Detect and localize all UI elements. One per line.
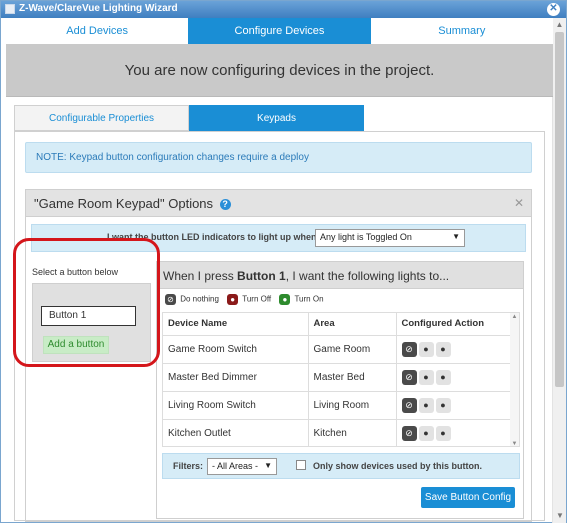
tab-add-devices[interactable]: Add Devices	[6, 18, 189, 44]
title-bar: Z-Wave/ClareVue Lighting Wizard ✕	[1, 1, 566, 18]
scroll-up-icon[interactable]: ▲	[510, 313, 519, 321]
add-button[interactable]: Add a button	[43, 336, 109, 354]
do-nothing-icon[interactable]: ⊘	[401, 425, 417, 441]
turn-on-bulb-icon[interactable]: ●	[435, 397, 451, 413]
turn-off-bulb-icon[interactable]: ●	[418, 369, 434, 385]
led-trigger-value: Any light is Toggled On	[320, 232, 412, 242]
turn-on-bulb-icon[interactable]: ●	[435, 341, 451, 357]
devices-table: Device Name Area Configured Action Game …	[163, 313, 512, 446]
wizard-tabs: Add Devices Configure Devices Summary	[6, 18, 553, 44]
filters-label: Filters:	[173, 461, 204, 471]
table-row: Kitchen Outlet Kitchen ⊘ ● ●	[163, 419, 512, 446]
deploy-note: NOTE: Keypad button configuration change…	[25, 142, 532, 173]
device-area: Kitchen	[308, 419, 397, 446]
window-scrollbar[interactable]: ▲ ▼	[552, 18, 566, 523]
action-legend: ⊘ Do nothing ● Turn Off ● Turn On	[157, 289, 523, 311]
bulb-icon: ●	[227, 294, 239, 305]
wizard-window: Z-Wave/ClareVue Lighting Wizard ✕ ▲ ▼ Ad…	[0, 0, 567, 523]
action-buttons: ⊘ ● ●	[396, 335, 512, 364]
legend-turn-on: ● Turn On	[279, 294, 324, 305]
turn-off-bulb-icon[interactable]: ●	[418, 341, 434, 357]
header-prefix: When I press	[163, 269, 234, 283]
button-list: Button 1 Add a button	[32, 283, 151, 362]
device-name: Living Room Switch	[163, 391, 309, 420]
device-name: Kitchen Outlet	[163, 419, 309, 446]
app-icon	[5, 4, 15, 14]
only-used-label: Only show devices used by this button.	[313, 461, 483, 471]
do-nothing-icon[interactable]: ⊘	[401, 369, 417, 385]
button-config-pane: When I press Button 1, I want the follow…	[156, 261, 524, 519]
chevron-down-icon: ▼	[264, 461, 272, 470]
window-title: Z-Wave/ClareVue Lighting Wizard	[19, 3, 178, 14]
options-title: "Game Room Keypad" Options	[34, 196, 214, 211]
device-name: Master Bed Dimmer	[163, 363, 309, 392]
help-icon[interactable]: ?	[219, 199, 231, 210]
column-area: Area	[308, 313, 397, 336]
column-configured-action: Configured Action	[396, 313, 512, 336]
scroll-down-icon[interactable]: ▼	[553, 509, 567, 523]
table-row: Master Bed Dimmer Master Bed ⊘ ● ●	[163, 363, 512, 392]
legend-do-nothing: ⊘ Do nothing	[165, 294, 219, 305]
table-scrollbar[interactable]: ▲ ▼	[510, 313, 519, 446]
status-banner: You are now configuring devices in the p…	[6, 44, 553, 97]
save-button-config-button[interactable]: Save Button Config	[421, 487, 515, 508]
legend-turn-off: ● Turn Off	[227, 294, 271, 305]
chevron-down-icon: ▼	[452, 232, 460, 241]
button-selector: Select a button below Button 1 Add a but…	[31, 260, 152, 371]
do-nothing-icon[interactable]: ⊘	[401, 397, 417, 413]
led-label: I want the button LED indicators to ligh…	[107, 232, 324, 242]
turn-off-bulb-icon[interactable]: ●	[418, 397, 434, 413]
turn-on-bulb-icon[interactable]: ●	[435, 425, 451, 441]
prohibited-icon: ⊘	[165, 294, 176, 305]
bulb-icon: ●	[279, 294, 291, 305]
table-row: Living Room Switch Living Room ⊘ ● ●	[163, 391, 512, 420]
area-filter-value: - All Areas -	[212, 461, 259, 471]
turn-off-bulb-icon[interactable]: ●	[418, 425, 434, 441]
device-area: Master Bed	[308, 363, 397, 392]
action-buttons: ⊘ ● ●	[396, 391, 512, 420]
led-settings-row: I want the button LED indicators to ligh…	[31, 224, 526, 252]
close-icon[interactable]: ✕	[514, 196, 524, 210]
device-area: Living Room	[308, 391, 397, 420]
keypad-options-panel: "Game Room Keypad" Options ? ✕ I want th…	[25, 189, 532, 522]
legend-label: Do nothing	[180, 294, 219, 304]
legend-label: Turn On	[294, 294, 324, 304]
area-filter-select[interactable]: - All Areas - ▼	[207, 458, 277, 475]
turn-on-bulb-icon[interactable]: ●	[435, 369, 451, 385]
device-name: Game Room Switch	[163, 335, 309, 364]
device-area: Game Room	[308, 335, 397, 364]
header-button-name: Button 1	[237, 269, 286, 283]
only-used-checkbox[interactable]	[296, 460, 306, 470]
scroll-up-icon[interactable]: ▲	[553, 18, 566, 32]
header-suffix: , I want the following lights to...	[285, 269, 450, 283]
wizard-content: Add Devices Configure Devices Summary Yo…	[6, 18, 553, 522]
tab-summary[interactable]: Summary	[370, 18, 553, 44]
configure-panel: Configurable Properties Keypads NOTE: Ke…	[14, 105, 545, 522]
devices-table-wrap: Device Name Area Configured Action Game …	[162, 312, 520, 447]
button-item[interactable]: Button 1	[41, 306, 136, 326]
scroll-thumb[interactable]	[555, 32, 564, 387]
close-icon[interactable]: ✕	[547, 3, 560, 16]
legend-label: Turn Off	[242, 294, 272, 304]
action-buttons: ⊘ ● ●	[396, 419, 512, 446]
table-row: Game Room Switch Game Room ⊘ ● ●	[163, 335, 512, 364]
led-trigger-select[interactable]: Any light is Toggled On ▼	[315, 229, 465, 247]
button-selector-title: Select a button below	[32, 267, 119, 277]
column-device-name: Device Name	[163, 313, 309, 336]
tab-configurable-properties[interactable]: Configurable Properties	[14, 105, 189, 131]
do-nothing-icon[interactable]: ⊘	[401, 341, 417, 357]
filters-bar: Filters: - All Areas - ▼ Only show devic…	[162, 453, 520, 479]
tab-keypads[interactable]: Keypads	[189, 105, 364, 131]
sub-tabs: Configurable Properties Keypads	[14, 105, 545, 131]
scroll-down-icon[interactable]: ▼	[510, 440, 519, 446]
keypads-body: NOTE: Keypad button configuration change…	[14, 131, 545, 522]
button-config-header: When I press Button 1, I want the follow…	[157, 262, 523, 289]
options-header: "Game Room Keypad" Options ? ✕	[26, 190, 531, 217]
tab-configure-devices[interactable]: Configure Devices	[188, 18, 371, 44]
action-buttons: ⊘ ● ●	[396, 363, 512, 392]
